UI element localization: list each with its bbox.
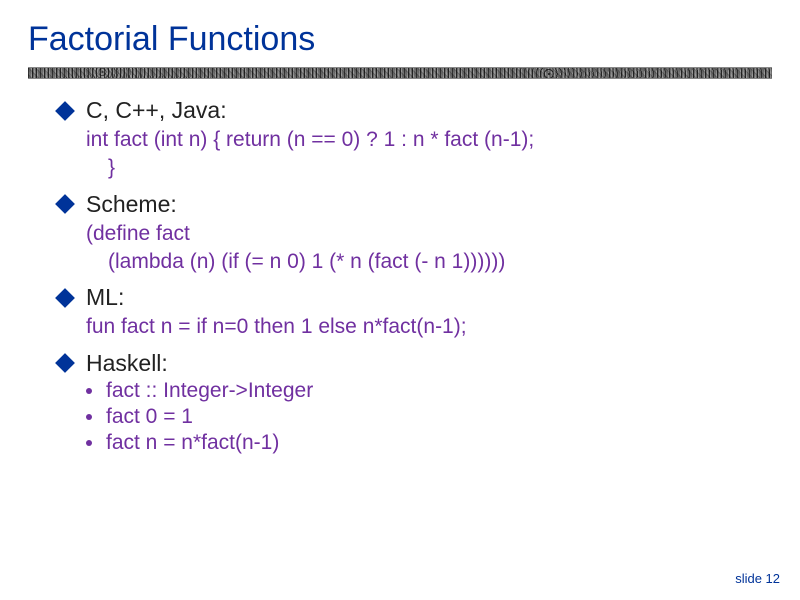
title-divider (28, 67, 772, 79)
code-line: fun fact n = if n=0 then 1 else n*fact(n… (86, 313, 772, 341)
slide-container: Factorial Functions C, C++, Java: int fa… (0, 0, 800, 600)
code-line: (lambda (n) (if (= n 0) 1 (* n (fact (- … (108, 248, 772, 276)
section-scheme: Scheme: (define fact (lambda (n) (if (= … (58, 191, 772, 277)
section-head: C, C++, Java: (58, 97, 772, 124)
list-item-text: fact 0 = 1 (106, 405, 193, 429)
section-c: C, C++, Java: int fact (int n) { return … (58, 97, 772, 183)
list-item-text: fact :: Integer->Integer (106, 379, 313, 403)
content-area: C, C++, Java: int fact (int n) { return … (28, 97, 772, 455)
diamond-bullet-icon (55, 194, 75, 214)
list-item: fact n = n*fact(n-1) (86, 431, 772, 455)
section-label: Haskell: (86, 350, 168, 377)
code-block: (define fact (lambda (n) (if (= n 0) 1 (… (86, 220, 772, 277)
section-head: Haskell: (58, 350, 772, 377)
code-line: (define fact (86, 220, 772, 248)
dot-bullet-icon (86, 414, 92, 420)
section-head: ML: (58, 284, 772, 311)
section-label: Scheme: (86, 191, 177, 218)
slide-number: slide 12 (735, 571, 780, 586)
section-label: ML: (86, 284, 124, 311)
section-label: C, C++, Java: (86, 97, 227, 124)
code-block: fun fact n = if n=0 then 1 else n*fact(n… (86, 313, 772, 341)
code-line: int fact (int n) { return (n == 0) ? 1 :… (86, 126, 772, 154)
list-item: fact 0 = 1 (86, 405, 772, 429)
haskell-list: fact :: Integer->Integer fact 0 = 1 fact… (86, 379, 772, 455)
list-item-text: fact n = n*fact(n-1) (106, 431, 279, 455)
slide-title: Factorial Functions (28, 20, 772, 59)
code-block: int fact (int n) { return (n == 0) ? 1 :… (86, 126, 772, 183)
diamond-bullet-icon (55, 288, 75, 308)
diamond-bullet-icon (55, 101, 75, 121)
dot-bullet-icon (86, 440, 92, 446)
dot-bullet-icon (86, 388, 92, 394)
section-haskell: Haskell: fact :: Integer->Integer fact 0… (58, 350, 772, 455)
code-line: } (108, 154, 772, 182)
diamond-bullet-icon (55, 353, 75, 373)
section-ml: ML: fun fact n = if n=0 then 1 else n*fa… (58, 284, 772, 341)
section-head: Scheme: (58, 191, 772, 218)
list-item: fact :: Integer->Integer (86, 379, 772, 403)
